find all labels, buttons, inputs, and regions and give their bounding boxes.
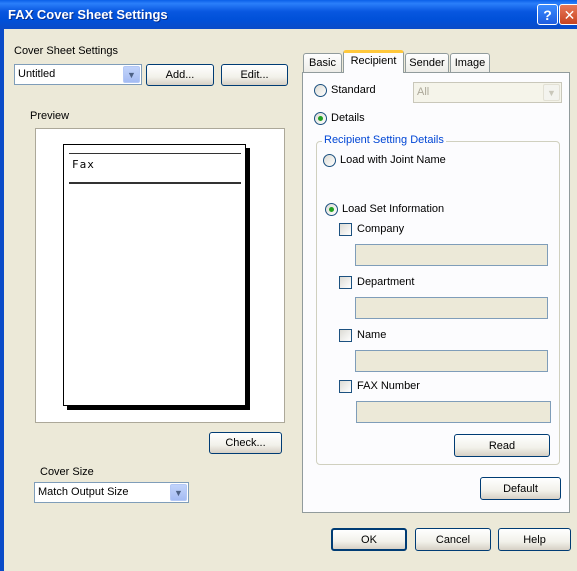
preview-frame: Fax [35,128,285,423]
chevron-down-icon[interactable]: ▼ [123,66,140,83]
cover-sheet-selected-value: Untitled [18,68,56,80]
read-button[interactable]: Read [454,434,550,457]
company-checkbox[interactable] [339,223,352,236]
fax-number-checkbox[interactable] [339,380,352,393]
cover-size-select[interactable]: Match Output Size ▼ [34,482,189,503]
tab-basic[interactable]: Basic [303,53,342,73]
close-icon[interactable]: ✕ [559,4,577,25]
add-button[interactable]: Add... [146,64,214,86]
cover-sheet-settings-label: Cover Sheet Settings [14,45,118,57]
cover-size-label: Cover Size [40,466,94,478]
default-button[interactable]: Default [480,477,561,500]
check-button[interactable]: Check... [209,432,282,454]
department-field[interactable] [355,297,548,319]
cover-sheet-select[interactable]: Untitled ▼ [14,64,142,85]
fax-number-label: FAX Number [357,380,420,392]
chevron-down-icon: ▼ [543,84,560,101]
preview-top-rule [69,153,241,154]
details-label: Details [331,112,365,124]
standard-selected-value: All [417,86,430,98]
cancel-button[interactable]: Cancel [415,528,491,551]
edit-button[interactable]: Edit... [221,64,288,86]
details-radio[interactable] [314,112,327,125]
window-title: FAX Cover Sheet Settings [8,7,168,22]
chevron-down-icon[interactable]: ▼ [170,484,187,501]
preview-bottom-rule [69,182,241,184]
preview-page: Fax [63,144,246,406]
tab-sender[interactable]: Sender [405,53,449,73]
help-button[interactable]: Help [498,528,571,551]
recipient-setting-group-label: Recipient Setting Details [322,134,446,146]
fax-number-field[interactable] [356,401,551,423]
department-checkbox[interactable] [339,276,352,289]
preview-label: Preview [30,110,70,122]
company-field[interactable] [355,244,548,266]
preview-doc-title: Fax [72,158,95,171]
load-set-label: Load Set Information [342,203,445,215]
standard-label: Standard [331,84,376,96]
title-bar: FAX Cover Sheet Settings ? ✕ [0,0,577,29]
standard-select: All ▼ [413,82,562,103]
cover-size-selected-value: Match Output Size [38,486,129,498]
name-checkbox[interactable] [339,329,352,342]
department-label: Department [357,276,415,288]
tab-recipient[interactable]: Recipient [343,50,404,73]
name-field[interactable] [355,350,548,372]
window-frame [0,29,4,571]
ok-button[interactable]: OK [331,528,407,551]
company-label: Company [357,223,405,235]
help-title-button[interactable]: ? [537,4,558,25]
tab-image[interactable]: Image [450,53,490,73]
joint-name-radio[interactable] [323,154,336,167]
joint-name-label: Load with Joint Name [340,154,446,166]
name-label: Name [357,329,387,341]
load-set-radio[interactable] [325,203,338,216]
standard-radio[interactable] [314,84,327,97]
